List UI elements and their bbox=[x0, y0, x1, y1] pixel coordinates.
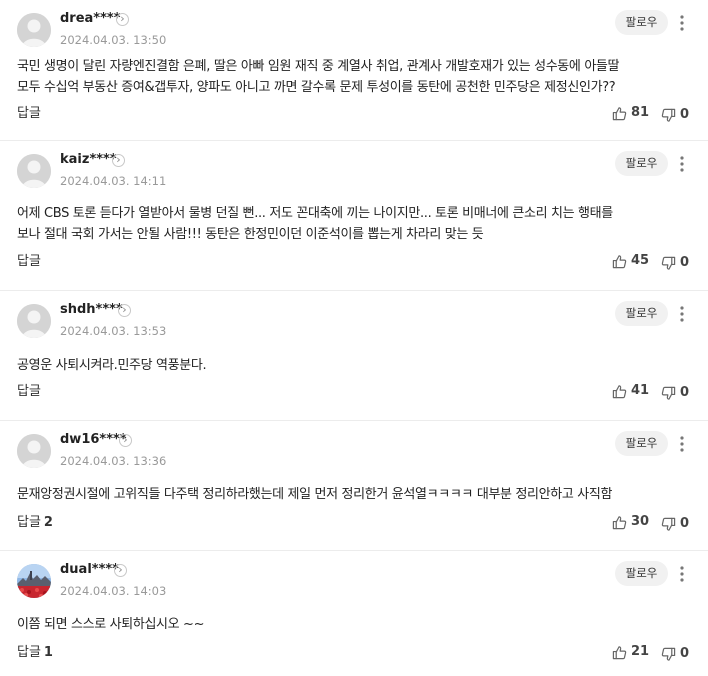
follow-button[interactable]: 팔로우 bbox=[615, 151, 668, 176]
comment-date: 2024.04.03. 14:03 bbox=[60, 584, 167, 598]
like-button[interactable]: 41 bbox=[612, 383, 649, 399]
like-button[interactable]: 21 bbox=[612, 644, 649, 660]
reply-label: 답글 bbox=[17, 645, 41, 660]
dislike-count: 0 bbox=[680, 107, 690, 122]
username[interactable]: kaiz**** bbox=[60, 152, 117, 168]
comment-text: 이쯤 되면 스스로 사퇴하십시오 ~~ bbox=[17, 614, 689, 635]
like-button[interactable]: 30 bbox=[612, 514, 649, 530]
more-options-icon[interactable] bbox=[676, 13, 688, 33]
follow-button[interactable]: 팔로우 bbox=[615, 561, 668, 586]
like-count: 45 bbox=[631, 253, 650, 268]
chevron-right-icon[interactable]: › bbox=[116, 13, 129, 26]
thumbs-up-icon bbox=[612, 106, 627, 121]
dislike-button[interactable]: 0 bbox=[661, 646, 689, 662]
comment-text-line: 어제 CBS 토론 듣다가 열받아서 물병 던질 뻔... 저도 꼰대축에 끼는… bbox=[17, 206, 613, 221]
dislike-count: 0 bbox=[680, 385, 690, 400]
thumbs-down-icon bbox=[661, 647, 676, 662]
thumbs-down-icon bbox=[661, 256, 676, 271]
comment-text: 어제 CBS 토론 듣다가 열받아서 물병 던질 뻔... 저도 꼰대축에 끼는… bbox=[17, 203, 689, 245]
comment-text-line: 보나 절대 국회 가서는 안될 사람!!! 동탄은 한정민이던 이준석이를 뽑는… bbox=[17, 227, 484, 242]
comment-text: 국민 생명이 달린 자량엔진결함 은폐, 딸은 아빠 임원 재직 중 계열사 취… bbox=[17, 56, 689, 98]
comment-item: shdh**** › 2024.04.03. 13:53 팔로우공영운 사퇴시켜라.민… bbox=[0, 291, 708, 421]
dislike-count: 0 bbox=[680, 516, 690, 531]
comment-text-line: 이쯤 되면 스스로 사퇴하십시오 ~~ bbox=[17, 617, 205, 632]
comment-text: 공영운 사퇴시켜라.민주당 역풍분다. bbox=[17, 355, 689, 376]
thumbs-down-icon bbox=[661, 517, 676, 532]
reply-label: 답글 bbox=[17, 106, 41, 121]
comment-date: 2024.04.03. 13:53 bbox=[60, 324, 167, 338]
reply-button[interactable]: 답글 2 bbox=[17, 515, 53, 531]
like-button[interactable]: 45 bbox=[612, 253, 649, 269]
comment-text: 문재앙정권시절에 고위직들 다주택 정리하라했는데 제일 먼저 정리한거 윤석열… bbox=[17, 484, 689, 505]
comment-date: 2024.04.03. 13:50 bbox=[60, 33, 167, 47]
dislike-count: 0 bbox=[680, 255, 690, 270]
username[interactable]: dw16**** bbox=[60, 432, 127, 448]
avatar[interactable] bbox=[17, 154, 51, 188]
reply-label: 답글 bbox=[17, 254, 41, 269]
comment-item: dual**** › 2024.04.03. 14:03 팔로우이쯤 되면 스스로 사… bbox=[0, 551, 708, 676]
comment-text-line: 문재앙정권시절에 고위직들 다주택 정리하라했는데 제일 먼저 정리한거 윤석열… bbox=[17, 487, 613, 502]
dislike-button[interactable]: 0 bbox=[661, 107, 689, 123]
reply-label: 답글 bbox=[17, 384, 41, 399]
chevron-right-icon[interactable]: › bbox=[114, 564, 127, 577]
avatar[interactable] bbox=[17, 13, 51, 47]
dislike-button[interactable]: 0 bbox=[661, 516, 689, 532]
dislike-button[interactable]: 0 bbox=[661, 385, 689, 401]
like-count: 30 bbox=[631, 514, 650, 529]
dislike-count: 0 bbox=[680, 646, 690, 661]
comment-item: dw16**** › 2024.04.03. 13:36 팔로우문재앙정권시절에 고위… bbox=[0, 421, 708, 551]
like-button[interactable]: 81 bbox=[612, 105, 649, 121]
reply-count: 1 bbox=[43, 645, 53, 660]
username[interactable]: drea**** bbox=[60, 11, 121, 27]
comment-date: 2024.04.03. 14:11 bbox=[60, 174, 167, 188]
follow-button[interactable]: 팔로우 bbox=[615, 301, 668, 326]
reply-button[interactable]: 답글 bbox=[17, 254, 41, 270]
username[interactable]: shdh**** bbox=[60, 302, 123, 318]
thumbs-up-icon bbox=[612, 254, 627, 269]
chevron-right-icon[interactable]: › bbox=[112, 154, 125, 167]
more-options-icon[interactable] bbox=[676, 304, 688, 324]
thumbs-up-icon bbox=[612, 515, 627, 530]
comment-text-line: 국민 생명이 달린 자량엔진결함 은폐, 딸은 아빠 임원 재직 중 계열사 취… bbox=[17, 59, 620, 74]
more-options-icon[interactable] bbox=[676, 564, 688, 584]
reply-button[interactable]: 답글 bbox=[17, 384, 41, 400]
avatar[interactable] bbox=[17, 564, 51, 598]
comment-text-line: 모두 수십억 부동산 증여&갭투자, 양파도 아니고 까면 갈수록 문제 투성이… bbox=[17, 80, 616, 95]
comment-text-line: 공영운 사퇴시켜라.민주당 역풍분다. bbox=[17, 358, 207, 373]
more-options-icon[interactable] bbox=[676, 434, 688, 454]
thumbs-down-icon bbox=[661, 108, 676, 123]
reply-button[interactable]: 답글 bbox=[17, 106, 41, 122]
reply-count: 2 bbox=[43, 515, 53, 530]
like-count: 41 bbox=[631, 383, 650, 398]
chevron-right-icon[interactable]: › bbox=[119, 434, 132, 447]
more-options-icon[interactable] bbox=[676, 154, 688, 174]
follow-button[interactable]: 팔로우 bbox=[615, 431, 668, 456]
reply-button[interactable]: 답글 1 bbox=[17, 645, 53, 661]
reply-label: 답글 bbox=[17, 515, 41, 530]
like-count: 21 bbox=[631, 644, 650, 659]
comment-item: drea**** › 2024.04.03. 13:50 팔로우국민 생명이 달린 자… bbox=[0, 0, 708, 141]
username[interactable]: dual**** bbox=[60, 562, 119, 578]
thumbs-up-icon bbox=[612, 645, 627, 660]
dislike-button[interactable]: 0 bbox=[661, 255, 689, 271]
thumbs-up-icon bbox=[612, 384, 627, 399]
follow-button[interactable]: 팔로우 bbox=[615, 10, 668, 35]
avatar[interactable] bbox=[17, 304, 51, 338]
thumbs-down-icon bbox=[661, 386, 676, 401]
like-count: 81 bbox=[631, 105, 650, 120]
comment-item: kaiz**** › 2024.04.03. 14:11 팔로우어제 CBS 토론 듣… bbox=[0, 141, 708, 291]
comment-date: 2024.04.03. 13:36 bbox=[60, 454, 167, 468]
chevron-right-icon[interactable]: › bbox=[118, 304, 131, 317]
avatar[interactable] bbox=[17, 434, 51, 468]
